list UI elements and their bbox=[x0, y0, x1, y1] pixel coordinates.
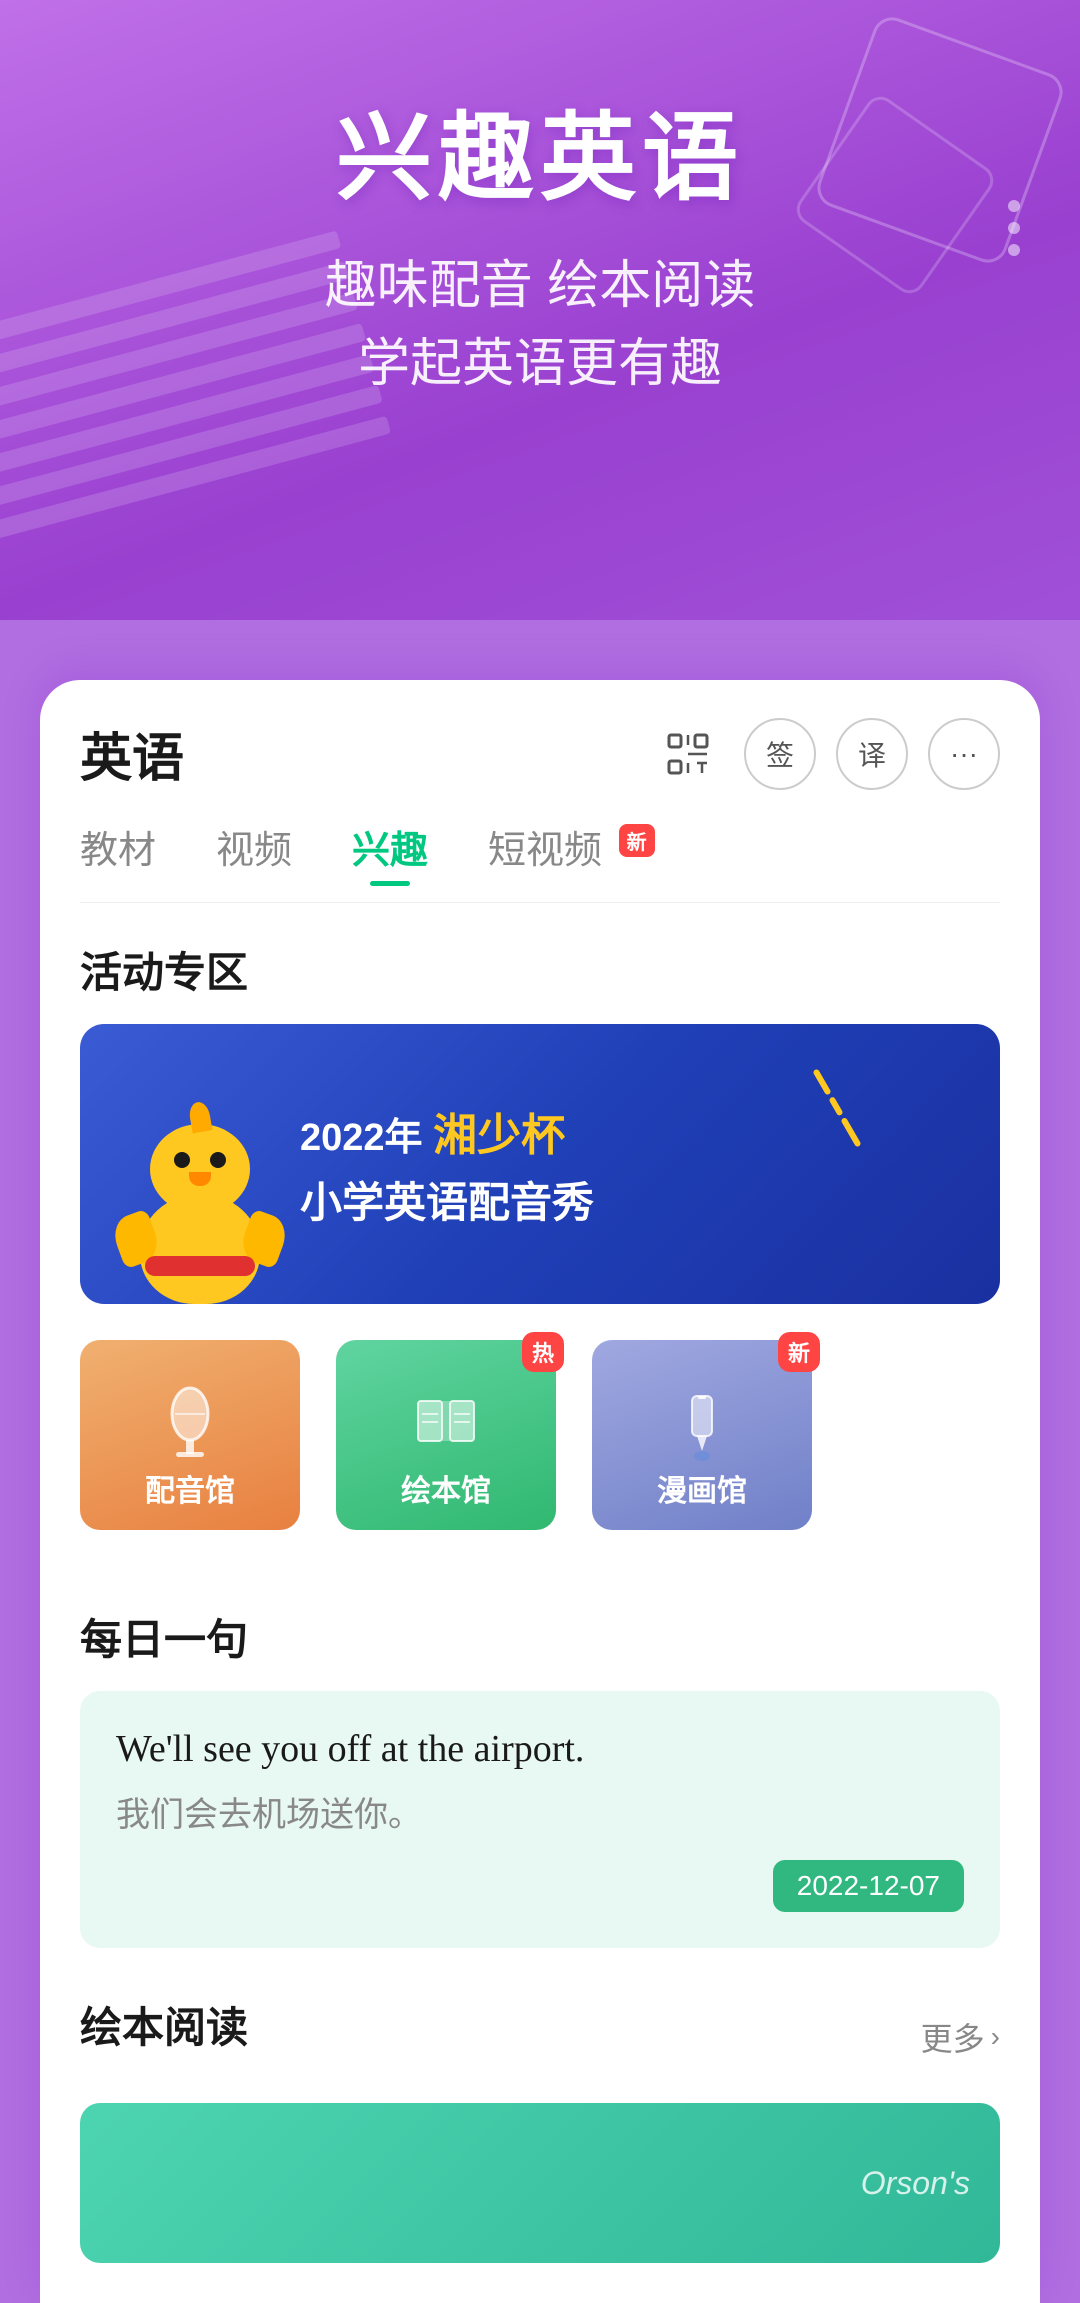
chick-tuft bbox=[188, 1100, 213, 1133]
picture-badge: 热 bbox=[522, 1332, 564, 1372]
tab-video[interactable]: 视频 bbox=[216, 819, 292, 886]
orson-preview-card[interactable]: Orson's bbox=[80, 2103, 1000, 2263]
paint-svg bbox=[662, 1386, 742, 1466]
daily-card[interactable]: We'll see you off at the airport. 我们会去机场… bbox=[80, 1691, 1000, 1948]
more-link[interactable]: 更多 › bbox=[921, 2014, 1000, 2060]
card-header: 英语 签 译 bbox=[40, 680, 1040, 791]
mic-svg bbox=[150, 1386, 230, 1466]
chick-eye-right bbox=[210, 1152, 226, 1168]
banner-text: 2022年 湘少杯 小学英语配音秀 bbox=[300, 1099, 594, 1230]
category-row: 配音馆 热 绘本馆 bbox=[80, 1340, 1000, 1530]
dubbing-icon-bg: 配音馆 bbox=[80, 1340, 300, 1530]
picture-book-header: 绘本阅读 更多 › bbox=[80, 1994, 1000, 2079]
dubbing-label: 配音馆 bbox=[145, 1466, 235, 1510]
sub-title-line2: 学起英语更有趣 bbox=[358, 335, 722, 393]
chevron-right-icon: › bbox=[991, 2021, 1000, 2053]
translate-button[interactable]: 译 bbox=[836, 718, 908, 790]
main-card: 英语 签 译 bbox=[40, 680, 1040, 2303]
category-comic[interactable]: 新 漫画馆 bbox=[592, 1340, 812, 1530]
banner-year: 2022年 湘少杯 bbox=[300, 1099, 594, 1163]
tab-interest[interactable]: 兴趣 bbox=[352, 819, 428, 886]
activity-section: 活动专区 bbox=[40, 903, 1040, 1530]
comic-icon-bg: 漫画馆 bbox=[592, 1340, 812, 1530]
picture-icon-bg: 绘本馆 bbox=[336, 1340, 556, 1530]
tab-textbook[interactable]: 教材 bbox=[80, 819, 156, 886]
daily-chinese: 我们会去机场送你。 bbox=[116, 1787, 964, 1836]
chick-scarf bbox=[145, 1256, 255, 1276]
banner-highlight: 湘少杯 bbox=[433, 1111, 565, 1160]
translate-label: 译 bbox=[858, 734, 886, 774]
daily-section: 每日一句 We'll see you off at the airport. 我… bbox=[40, 1570, 1040, 1948]
sub-title: 趣味配音 绘本阅读 学起英语更有趣 bbox=[60, 247, 1020, 403]
daily-english: We'll see you off at the airport. bbox=[116, 1727, 964, 1771]
daily-section-title: 每日一句 bbox=[80, 1606, 1000, 1667]
sign-label: 签 bbox=[766, 734, 794, 774]
chick-eye-left bbox=[174, 1152, 190, 1168]
picture-book-section: 绘本阅读 更多 › Orson's bbox=[40, 1958, 1040, 2263]
date-badge: 2022-12-07 bbox=[773, 1860, 964, 1912]
category-dubbing[interactable]: 配音馆 bbox=[80, 1340, 300, 1530]
main-title: 兴趣英语 bbox=[60, 80, 1020, 219]
activity-banner[interactable]: 2022年 湘少杯 小学英语配音秀 bbox=[80, 1024, 1000, 1304]
chick-head bbox=[150, 1124, 250, 1214]
burst-decoration bbox=[812, 1068, 861, 1147]
category-picture[interactable]: 热 绘本馆 bbox=[336, 1340, 556, 1530]
chick-mascot bbox=[100, 1084, 300, 1304]
more-label: 更多 bbox=[921, 2014, 985, 2060]
sign-button[interactable]: 签 bbox=[744, 718, 816, 790]
tab-short-video[interactable]: 短视频 新 bbox=[488, 819, 655, 886]
scan-icon[interactable] bbox=[652, 718, 724, 790]
comic-label: 漫画馆 bbox=[657, 1466, 747, 1510]
activity-section-title: 活动专区 bbox=[80, 939, 1000, 1000]
orson-label: Orson's bbox=[861, 2165, 970, 2202]
daily-date-container: 2022-12-07 bbox=[116, 1860, 964, 1912]
banner-subtitle: 小学英语配音秀 bbox=[300, 1169, 594, 1230]
comic-badge: 新 bbox=[778, 1332, 820, 1372]
more-button[interactable]: ··· bbox=[928, 718, 1000, 790]
more-label: ··· bbox=[950, 738, 978, 770]
header-icons: 签 译 ··· bbox=[652, 718, 1000, 790]
tab-bar: 教材 视频 兴趣 短视频 新 bbox=[40, 791, 1040, 886]
picture-book-title: 绘本阅读 bbox=[80, 1994, 248, 2055]
picture-label: 绘本馆 bbox=[401, 1466, 491, 1510]
hero-section: 兴趣英语 趣味配音 绘本阅读 学起英语更有趣 bbox=[0, 0, 1080, 620]
short-video-badge: 新 bbox=[619, 824, 655, 857]
book-svg bbox=[406, 1386, 486, 1466]
sub-title-line1: 趣味配音 绘本阅读 bbox=[325, 257, 755, 315]
card-title: 英语 bbox=[80, 716, 184, 791]
chick-beak bbox=[189, 1172, 211, 1186]
